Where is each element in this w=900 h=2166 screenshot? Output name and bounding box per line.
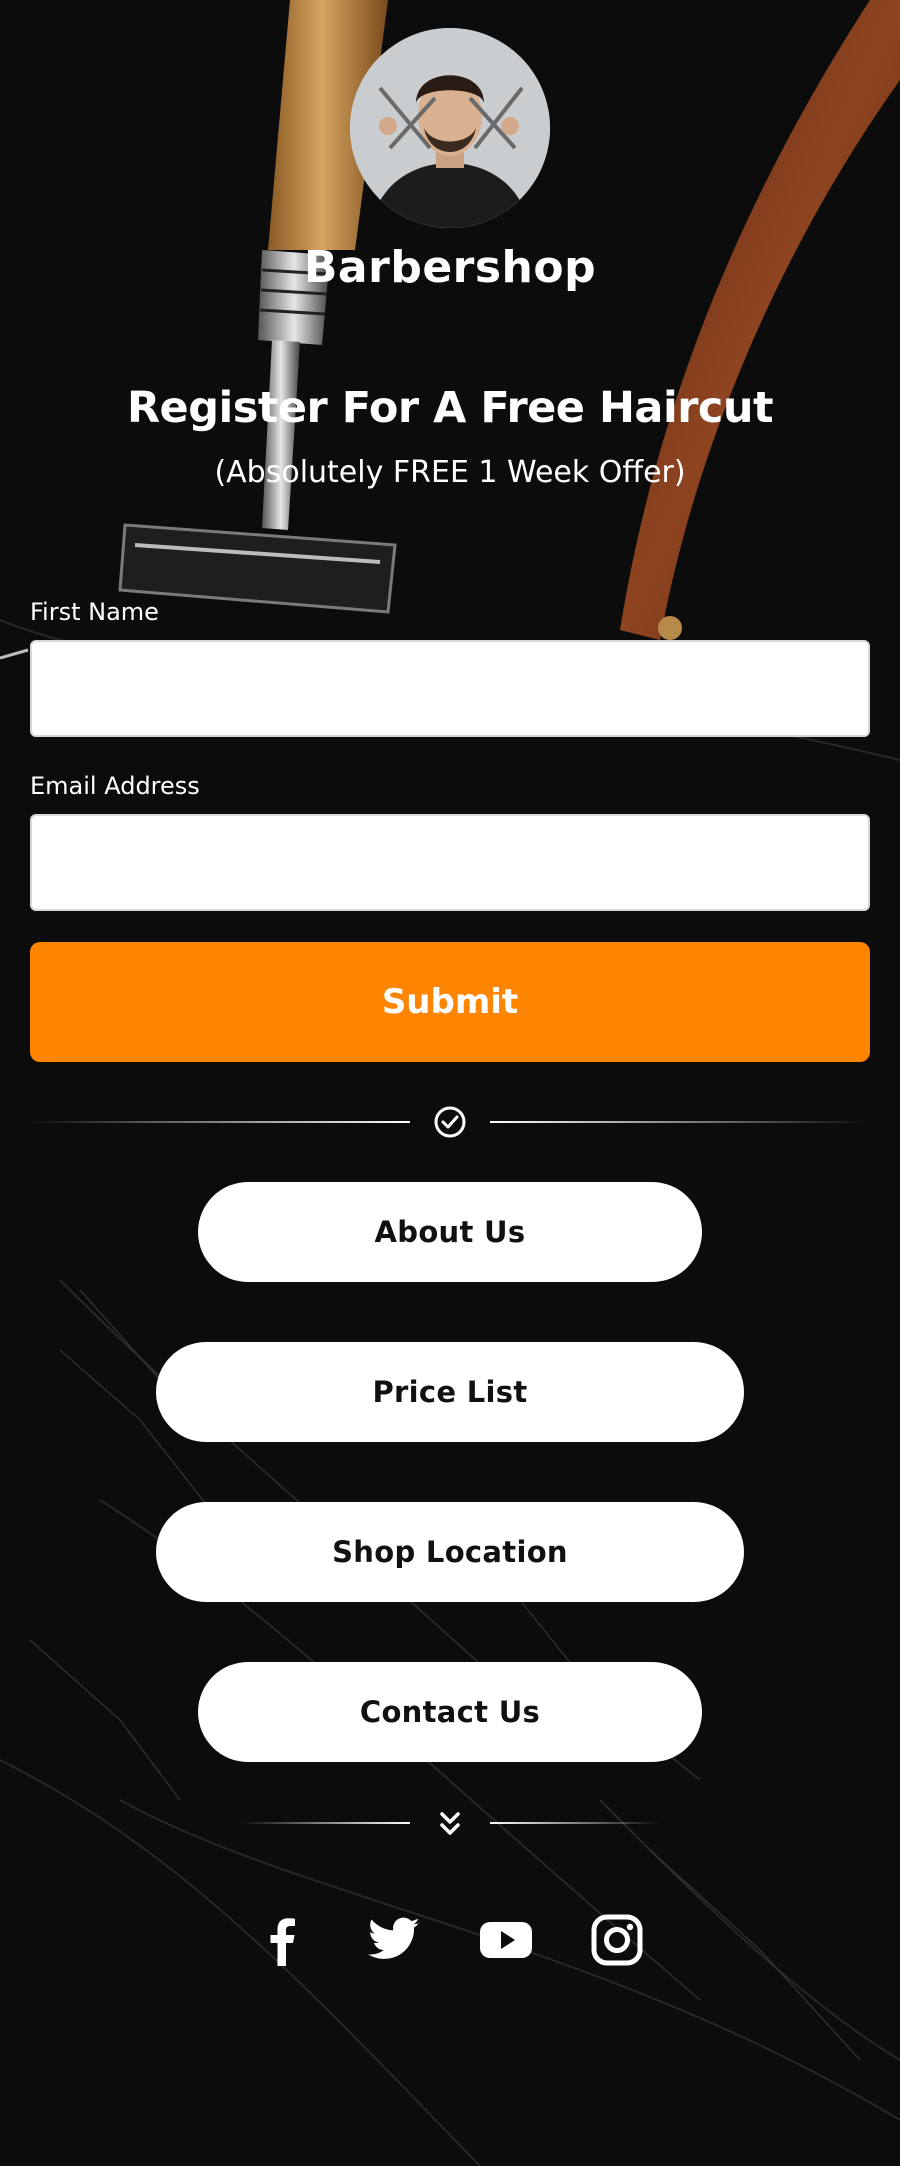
youtube-icon[interactable] <box>478 1912 534 1968</box>
page: Barbershop Register For A Free Haircut (… <box>0 0 900 2166</box>
shop-location-button[interactable]: Shop Location <box>156 1502 744 1602</box>
page-title: Register For A Free Haircut <box>126 383 774 433</box>
contact-us-button[interactable]: Contact Us <box>198 1662 702 1762</box>
email-label: Email Address <box>30 772 200 800</box>
twitter-icon[interactable] <box>366 1912 422 1968</box>
about-us-button[interactable]: About Us <box>198 1182 702 1282</box>
email-field[interactable] <box>30 814 870 911</box>
divider <box>490 1822 660 1824</box>
divider <box>490 1121 870 1123</box>
submit-button[interactable]: Submit <box>30 942 870 1062</box>
offer-subtitle: (Absolutely FREE 1 Week Offer) <box>214 455 686 490</box>
facebook-icon[interactable] <box>255 1912 311 1968</box>
check-circle-icon <box>434 1106 466 1138</box>
first-name-label: First Name <box>30 598 159 626</box>
divider <box>240 1822 410 1824</box>
instagram-icon[interactable] <box>589 1912 645 1968</box>
price-list-button[interactable]: Price List <box>156 1342 744 1442</box>
chevron-double-down-icon <box>440 1812 460 1835</box>
avatar <box>350 28 550 228</box>
divider <box>30 1121 410 1123</box>
first-name-field[interactable] <box>30 640 870 737</box>
brand-name: Barbershop <box>303 242 597 293</box>
